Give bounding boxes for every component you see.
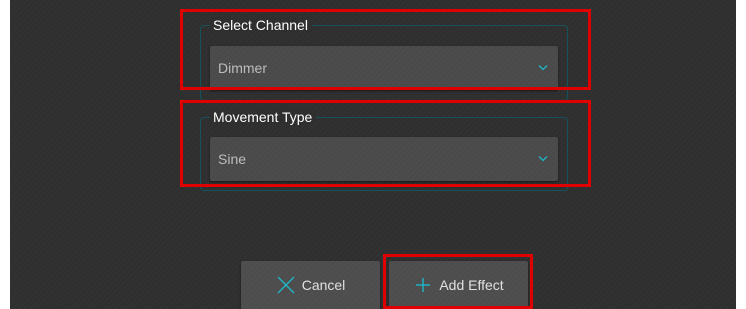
channel-select-value: Dimmer [218,60,267,76]
channel-select[interactable]: Dimmer [210,46,558,90]
add-effect-button[interactable]: Add Effect [389,261,528,309]
plus-icon [416,278,431,292]
chevron-down-icon [538,65,548,71]
select-channel-label: Select Channel [210,17,312,33]
cancel-button[interactable]: Cancel [241,261,380,309]
movement-type-label: Movement Type [210,109,317,125]
movement-type-select[interactable]: Sine [210,137,558,181]
add-effect-button-label: Add Effect [439,277,504,293]
chevron-down-icon [538,156,548,162]
cancel-button-label: Cancel [301,277,346,293]
movement-type-select-value: Sine [218,151,247,167]
close-icon [277,276,295,294]
